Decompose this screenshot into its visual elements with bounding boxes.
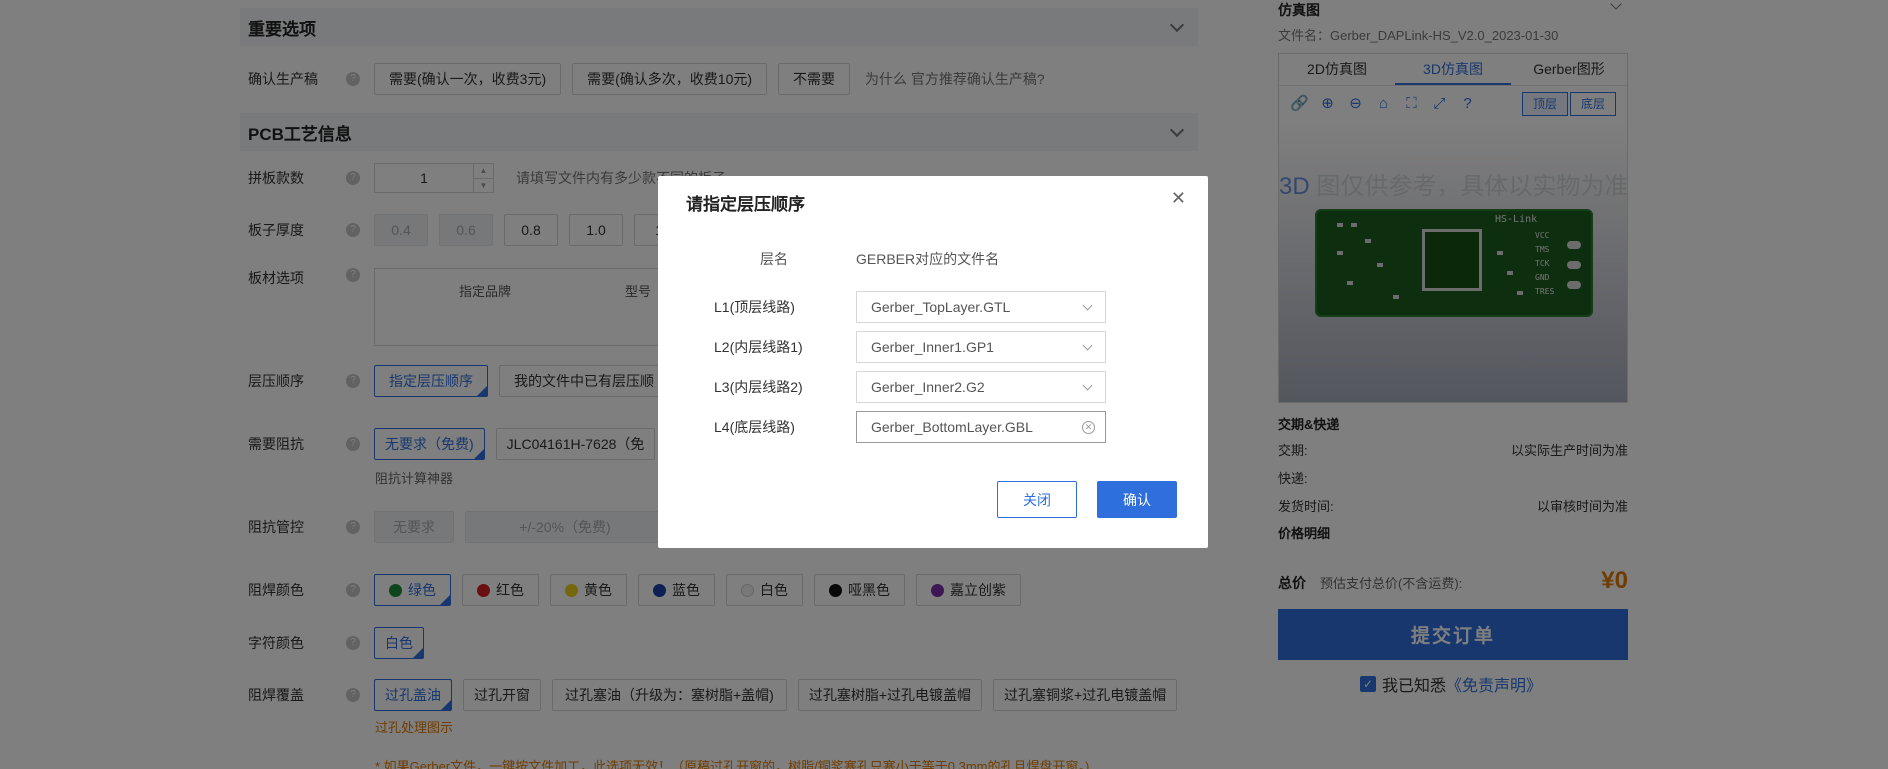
layer-row-l2: L2(内层线路1) Gerber_Inner1.GP1 <box>714 331 1106 363</box>
layer-row-l3: L3(内层线路2) Gerber_Inner2.G2 <box>714 371 1106 403</box>
layer-row-l1: L1(顶层线路) Gerber_TopLayer.GTL <box>714 291 1106 323</box>
confirm-button[interactable]: 确认 <box>1097 481 1177 518</box>
chevron-down-icon[interactable] <box>1082 380 1093 391</box>
layer-row-l4: L4(底层线路) Gerber_BottomLayer.GBL ✕ <box>714 411 1106 443</box>
close-icon[interactable]: ✕ <box>1171 188 1186 209</box>
col-header-file: GERBER对应的文件名 <box>856 251 1000 267</box>
layer-file-select[interactable]: Gerber_Inner1.GP1 <box>856 331 1106 363</box>
layer-name: L1(顶层线路) <box>714 299 795 315</box>
select-value: Gerber_BottomLayer.GBL <box>871 419 1033 435</box>
select-value: Gerber_Inner2.G2 <box>871 379 985 395</box>
dialog-title: 请指定层压顺序 <box>686 195 805 214</box>
layer-file-select[interactable]: Gerber_TopLayer.GTL <box>856 291 1106 323</box>
layer-file-select[interactable]: Gerber_Inner2.G2 <box>856 371 1106 403</box>
layer-name: L4(底层线路) <box>714 419 795 435</box>
select-value: Gerber_TopLayer.GTL <box>871 299 1011 315</box>
layer-name: L3(内层线路2) <box>714 379 803 395</box>
layer-name: L2(内层线路1) <box>714 339 803 355</box>
close-button[interactable]: 关闭 <box>997 481 1077 518</box>
select-value: Gerber_Inner1.GP1 <box>871 339 994 355</box>
chevron-down-icon[interactable] <box>1082 300 1093 311</box>
clear-icon[interactable]: ✕ <box>1082 421 1095 434</box>
layer-file-select[interactable]: Gerber_BottomLayer.GBL ✕ <box>856 411 1106 443</box>
chevron-down-icon[interactable] <box>1082 340 1093 351</box>
col-header-layer: 层名 <box>760 251 788 267</box>
stackup-dialog: 请指定层压顺序 ✕ 层名 GERBER对应的文件名 L1(顶层线路) Gerbe… <box>658 176 1208 548</box>
